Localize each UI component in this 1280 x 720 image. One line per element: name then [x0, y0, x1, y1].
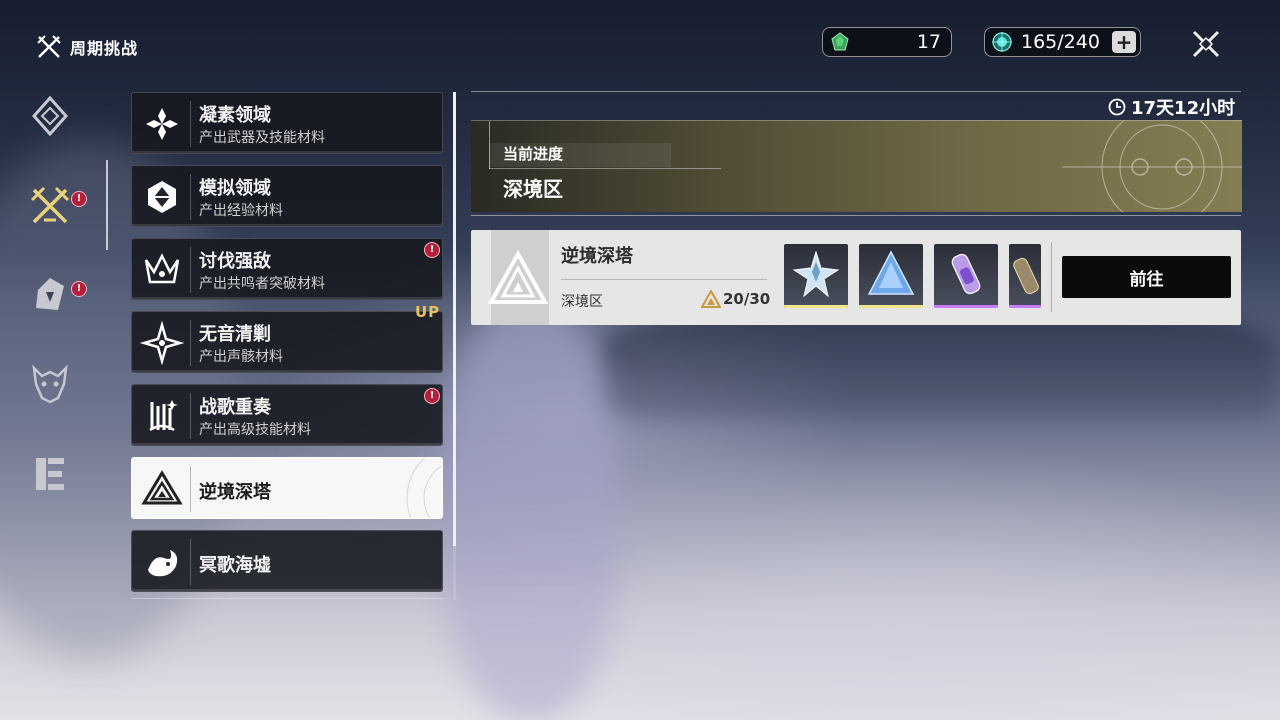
- crossed-swords-gold-icon: [30, 186, 70, 224]
- list-item-silent-sweep[interactable]: 无音清剿 产出声骸材料: [131, 311, 443, 373]
- currency-crystal[interactable]: 17: [822, 27, 952, 57]
- triangle-tower-emblem-icon: [487, 249, 549, 304]
- scrollbar-thumb[interactable]: [453, 92, 456, 546]
- list-item-subtitle: 产出共鸣者突破材料: [199, 276, 325, 292]
- sea-serpent-icon: [148, 550, 178, 577]
- crossed-swords-icon: [37, 35, 61, 58]
- list-item-subtitle: 产出武器及技能材料: [199, 130, 325, 146]
- clock-icon: [1108, 98, 1126, 116]
- list-bottom-divider: [131, 598, 443, 599]
- list-item-separator: [190, 101, 191, 147]
- reward-rarity-bar: [1009, 305, 1041, 308]
- tower-card: 逆境深塔 深境区 20/30 前往: [471, 230, 1241, 325]
- card-star-progress: 20/30: [701, 290, 770, 308]
- currency-stamina[interactable]: 165/240 +: [984, 27, 1141, 57]
- currency-crystal-value: 17: [916, 31, 941, 53]
- list-item-subtitle: 产出声骸材料: [199, 349, 283, 365]
- list-item-subtitle: 产出高级技能材料: [199, 422, 311, 438]
- card-zone: 深境区: [561, 294, 603, 310]
- stamina-orb-icon: [992, 32, 1012, 52]
- shield-star-icon: [36, 278, 64, 310]
- page-title: 周期挑战: [70, 39, 139, 58]
- progress-label: 当前进度: [503, 145, 564, 163]
- nav-diamond[interactable]: [28, 94, 72, 138]
- purple-tube-icon: [951, 253, 981, 295]
- up-badge: UP: [415, 303, 441, 321]
- list-item-name: 战歌重奏: [199, 397, 271, 418]
- silver-star-shard-icon: [792, 250, 840, 298]
- reward-item[interactable]: [784, 244, 848, 308]
- list-item-subtitle: 产出经验材料: [199, 203, 283, 219]
- list-item-abyss-ruins[interactable]: 冥歌海墟: [131, 530, 443, 592]
- progress-banner: 当前进度 深境区: [471, 120, 1242, 212]
- reward-separator: [1051, 242, 1052, 312]
- nav-scroll[interactable]: [28, 452, 72, 496]
- list-item-name: 模拟领域: [199, 178, 271, 199]
- green-crystal-icon: [831, 32, 849, 51]
- nav-cycle-challenge[interactable]: [28, 184, 72, 228]
- blue-prism-icon: [867, 250, 915, 295]
- page-header: 周期挑战: [36, 34, 138, 60]
- banner-bottom-divider: [471, 215, 1241, 216]
- list-item-simulation-realm[interactable]: 模拟领域 产出经验材料: [131, 165, 443, 227]
- list-item-separator: [190, 393, 191, 439]
- list-item-condensed-realm[interactable]: 凝素领域 产出武器及技能材料: [131, 92, 443, 154]
- reward-item[interactable]: [934, 244, 998, 308]
- banner-underline: [489, 168, 721, 169]
- card-divider: [561, 279, 767, 280]
- list-item-separator: [190, 539, 191, 585]
- list-item-separator: [190, 320, 191, 366]
- app-root: 周期挑战 17 165/240 + ! ! 凝素领域 产出武器及技能材料 模拟领…: [0, 0, 1280, 720]
- background-character-hair: [440, 300, 620, 720]
- reward-rarity-bar: [859, 305, 923, 308]
- scroll-banner-icon: [36, 458, 64, 490]
- panel-top-divider: [471, 91, 1241, 92]
- list-item-war-song-reprise[interactable]: 战歌重奏 产出高级技能材料: [131, 384, 443, 446]
- gold-triangle-star-icon: [701, 290, 721, 308]
- alert-badge: !: [424, 388, 440, 404]
- demon-mask-icon: [32, 364, 68, 404]
- crown-beast-icon: [144, 253, 180, 284]
- list-item-name: 凝素领域: [199, 105, 271, 126]
- list-item-separator: [190, 174, 191, 220]
- list-item-name: 无音清剿: [199, 324, 271, 345]
- hex-gem-icon: [148, 181, 176, 213]
- nav-shield[interactable]: [28, 272, 72, 316]
- diamond-emblem-icon: [31, 95, 69, 137]
- reward-item[interactable]: [859, 244, 923, 308]
- card-title: 逆境深塔: [561, 246, 633, 267]
- list-item-strong-enemy[interactable]: 讨伐强敌 产出共鸣者突破材料: [131, 238, 443, 300]
- alert-badge: !: [424, 242, 440, 258]
- banner-decoration: [1062, 121, 1242, 212]
- currency-stamina-value: 165/240: [1021, 31, 1100, 53]
- go-button[interactable]: 前往: [1062, 256, 1231, 298]
- add-stamina-button[interactable]: +: [1112, 31, 1136, 53]
- nav-demon[interactable]: [28, 362, 72, 406]
- close-button[interactable]: [1186, 24, 1226, 64]
- timer-text: 17天12小时: [1131, 98, 1236, 119]
- triangle-tower-icon: [141, 470, 183, 505]
- harp-rune-icon: [149, 400, 178, 432]
- list-item-name: 讨伐强敌: [199, 251, 271, 272]
- crystal-cluster-icon: [146, 108, 178, 140]
- four-point-star-icon: [140, 321, 184, 365]
- reward-rarity-bar: [784, 305, 848, 308]
- list-item-name: 冥歌海墟: [199, 555, 271, 576]
- nav-active-indicator: [106, 160, 108, 250]
- selected-item-decoration: [406, 458, 442, 518]
- nav-alert-badge: !: [71, 281, 87, 297]
- nav-alert-badge: !: [71, 191, 87, 207]
- reward-item[interactable]: [1009, 244, 1041, 308]
- list-scrollbar[interactable]: [453, 92, 456, 600]
- list-item-separator: [190, 466, 191, 512]
- close-icon: [1192, 30, 1220, 58]
- reward-rarity-bar: [934, 305, 998, 308]
- card-star-count: 20/30: [723, 290, 771, 308]
- list-item-adversity-tower[interactable]: 逆境深塔: [131, 457, 443, 519]
- purple-vial-icon: [1013, 257, 1039, 295]
- reset-timer: 17天12小时: [1108, 94, 1235, 120]
- progress-value: 深境区: [503, 177, 563, 201]
- list-item-name: 逆境深塔: [199, 482, 271, 503]
- list-item-separator: [190, 247, 191, 293]
